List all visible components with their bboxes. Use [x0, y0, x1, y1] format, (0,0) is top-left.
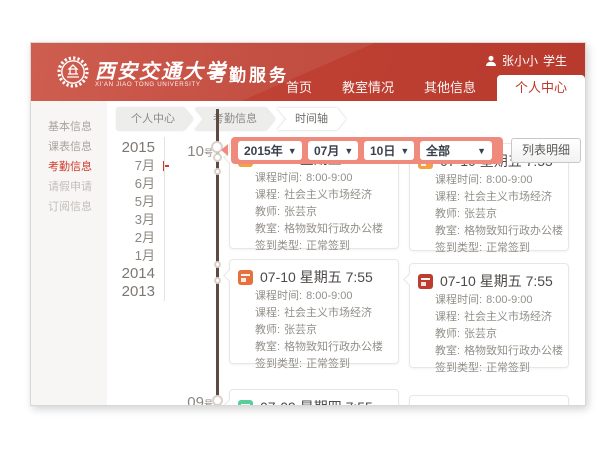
- top-nav: 首页 教室情况 其他信息 个人中心: [271, 75, 585, 101]
- breadcrumb-personal-center[interactable]: 个人中心: [117, 108, 193, 130]
- sidebar: 基本信息 课表信息 考勤信息 请假申请 订阅信息: [31, 101, 107, 405]
- card-title: 07-09 星期四 7:55: [260, 397, 373, 405]
- card-field: 教师:张芸京: [418, 326, 558, 343]
- person-icon: [485, 55, 497, 67]
- timeline-month-jan[interactable]: 1月: [117, 247, 161, 265]
- card-field: 教师:张芸京: [238, 204, 388, 221]
- day-select[interactable]: 10日▼: [364, 141, 414, 160]
- card-field: 教室:格物致知行政办公楼: [418, 223, 558, 240]
- chevron-down-icon: ▼: [288, 146, 297, 156]
- card-title: 07-10 星期五 7:55: [440, 271, 553, 291]
- timeline-month-mar[interactable]: 3月: [117, 211, 161, 229]
- calendar-status-icon: [238, 270, 253, 285]
- timeline-node: [214, 277, 221, 284]
- card-field: 课程时间:8:00-9:00: [418, 292, 558, 309]
- sidebar-item-subscription-info[interactable]: 订阅信息: [31, 197, 107, 217]
- university-logo-icon: [57, 56, 89, 88]
- card-field: 教室:格物致知行政办公楼: [238, 221, 388, 238]
- month-list-divider: [164, 137, 165, 301]
- timeline-year-month-list: 2015 7月 6月 5月 3月 2月 1月 2014 2013: [117, 139, 161, 301]
- list-detail-button[interactable]: 列表明细: [511, 138, 581, 163]
- breadcrumb: 个人中心 考勤信息 时间轴: [115, 109, 346, 127]
- attendance-card: 07-09 星期四 7:55 课程时间:8:00-9:00 课程:社会主义市场经…: [229, 389, 399, 405]
- timeline-node: [214, 168, 221, 175]
- university-name-cn: 西安交通大学: [95, 55, 227, 84]
- card-field: 课程:社会主义市场经济: [238, 305, 388, 322]
- sidebar-item-attendance-info[interactable]: 考勤信息: [31, 157, 107, 177]
- timeline-node: [214, 261, 221, 268]
- breadcrumb-timeline[interactable]: 时间轴: [277, 108, 346, 130]
- card-field: 课程:社会主义市场经济: [418, 309, 558, 326]
- attendance-card: 07-10 星期五 7:55 课程时间:8:00-9:00 课程:社会主义市场经…: [409, 263, 569, 368]
- timeline-day-10: 10号: [179, 143, 213, 160]
- timeline-month-jul[interactable]: 7月: [117, 157, 161, 175]
- type-select[interactable]: 全部▼: [420, 141, 492, 160]
- chevron-down-icon: ▼: [477, 146, 486, 156]
- card-field: 教室:格物致知行政办公楼: [418, 343, 558, 360]
- card-field: 教师:张芸京: [418, 206, 558, 223]
- timeline-node: [212, 395, 223, 405]
- card-field: 课程:社会主义市场经济: [418, 189, 558, 206]
- chevron-down-icon: ▼: [400, 146, 409, 156]
- calendar-status-icon: [238, 400, 253, 406]
- nav-home[interactable]: 首页: [271, 75, 327, 101]
- user-role: 学生: [543, 52, 567, 69]
- nav-other-info[interactable]: 其他信息: [409, 75, 491, 101]
- sidebar-item-leave-request[interactable]: 请假申请: [31, 177, 107, 197]
- timeline-month-jun[interactable]: 6月: [117, 175, 161, 193]
- timeline-day-09: 09号: [179, 394, 213, 405]
- card-field: 课程时间:8:00-9:00: [238, 170, 388, 187]
- nav-personal-center[interactable]: 个人中心: [497, 75, 585, 101]
- main-content: 基本信息 课表信息 考勤信息 请假申请 订阅信息 个人中心 考勤信息 时间轴 2…: [31, 101, 585, 405]
- breadcrumb-attendance-info[interactable]: 考勤信息: [195, 108, 275, 130]
- timeline-year-2014[interactable]: 2014: [117, 265, 161, 283]
- card-field: 签到类型:正常签到: [238, 238, 388, 255]
- timeline-month-feb[interactable]: 2月: [117, 229, 161, 247]
- card-field: 课程:社会主义市场经济: [238, 187, 388, 204]
- university-name-en: XI'AN JIAO TONG UNIVERSITY: [95, 81, 201, 88]
- timeline-year-2015[interactable]: 2015: [117, 139, 161, 157]
- attendance-card: 07-10 星期五 7:55 课程时间:8:00-9:00 课程:社会主义市场经…: [229, 259, 399, 364]
- month-select[interactable]: 07月▼: [308, 141, 358, 160]
- calendar-status-icon: [418, 274, 433, 289]
- card-field: 教室:格物致知行政办公楼: [238, 339, 388, 356]
- sidebar-item-schedule-info[interactable]: 课表信息: [31, 137, 107, 157]
- date-filter-bar: 2015年▼ 07月▼ 10日▼ 全部▼: [231, 137, 503, 164]
- attendance-card-partial: [409, 395, 569, 405]
- card-field: 签到类型:正常签到: [418, 240, 558, 257]
- timeline-month-may[interactable]: 5月: [117, 193, 161, 211]
- card-field: 签到类型:正常签到: [238, 356, 388, 373]
- card-field: 课程时间:8:00-9:00: [238, 288, 388, 305]
- card-field: 教师:张芸京: [238, 322, 388, 339]
- timeline-year-2013[interactable]: 2013: [117, 283, 161, 301]
- year-select[interactable]: 2015年▼: [238, 141, 302, 160]
- user-menu[interactable]: 张小小 学生: [485, 52, 567, 69]
- card-field: 签到类型:正常签到: [418, 360, 558, 377]
- app-header: 西安交通大学 XI'AN JIAO TONG UNIVERSITY 考勤服务 张…: [31, 43, 585, 101]
- chevron-down-icon: ▼: [344, 146, 353, 156]
- sidebar-item-basic-info[interactable]: 基本信息: [31, 117, 107, 137]
- user-name: 张小小: [502, 52, 538, 69]
- card-title: 07-10 星期五 7:55: [260, 267, 373, 287]
- app-window: 西安交通大学 XI'AN JIAO TONG UNIVERSITY 考勤服务 张…: [30, 42, 586, 406]
- card-field: 课程时间:8:00-9:00: [418, 172, 558, 189]
- nav-classrooms[interactable]: 教室情况: [327, 75, 409, 101]
